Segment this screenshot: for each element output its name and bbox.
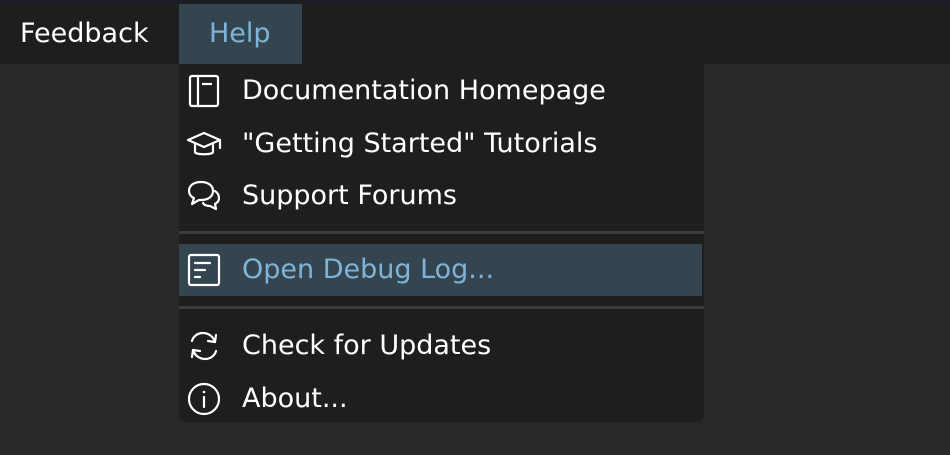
menu-item-label: Check for Updates xyxy=(242,330,492,361)
menu-item-label: Documentation Homepage xyxy=(242,75,606,106)
help-dropdown-menu: Documentation Homepage "Getting Started"… xyxy=(179,64,704,422)
menu-item-about[interactable]: About... xyxy=(179,373,704,425)
graduation-cap-icon xyxy=(186,126,222,162)
menu-item-label: About... xyxy=(242,383,348,414)
log-file-icon xyxy=(186,252,222,288)
menu-item-label: Open Debug Log... xyxy=(242,254,495,285)
chat-bubbles-icon xyxy=(186,178,222,214)
menu-item-open-debug-log[interactable]: Open Debug Log... xyxy=(179,244,702,296)
book-icon xyxy=(186,73,222,109)
menu-separator xyxy=(179,306,704,309)
menu-feedback[interactable]: Feedback xyxy=(0,4,169,64)
refresh-icon xyxy=(186,328,222,364)
menu-separator xyxy=(179,231,704,234)
menu-item-documentation-homepage[interactable]: Documentation Homepage xyxy=(179,65,704,117)
info-icon xyxy=(186,381,222,417)
menu-item-support-forums[interactable]: Support Forums xyxy=(179,170,704,222)
menu-item-getting-started-tutorials[interactable]: "Getting Started" Tutorials xyxy=(179,118,704,170)
menu-item-label: Support Forums xyxy=(242,180,457,211)
menu-help[interactable]: Help xyxy=(179,4,302,64)
menu-bar: Feedback Help xyxy=(0,4,950,64)
menu-item-label: "Getting Started" Tutorials xyxy=(242,128,598,159)
menu-item-check-for-updates[interactable]: Check for Updates xyxy=(179,320,704,372)
